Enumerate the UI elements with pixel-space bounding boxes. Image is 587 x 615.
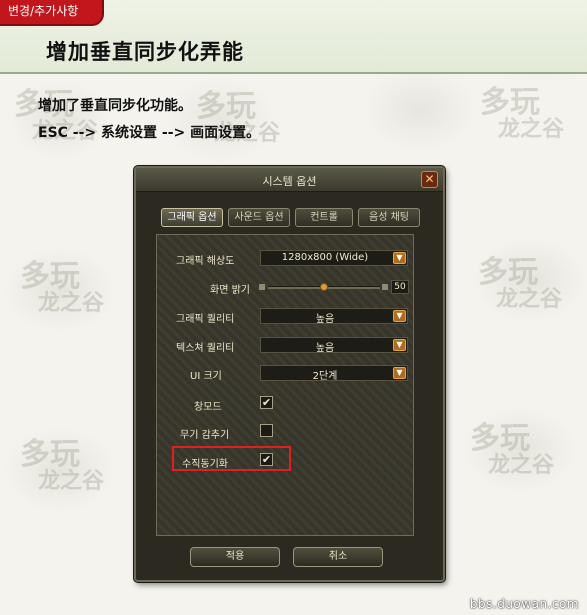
ui-size-value: 2단계 bbox=[312, 371, 338, 382]
hide-weapon-label: 무기 감추기 bbox=[180, 430, 230, 441]
graphics-quality-label: 그래픽 퀄리티 bbox=[176, 314, 235, 325]
resolution-value: 1280x800 (Wide) bbox=[281, 252, 369, 263]
hide-weapon-checkbox[interactable] bbox=[260, 424, 273, 437]
brightness-slider-thumb[interactable] bbox=[320, 283, 328, 291]
tab-voice-chat[interactable]: 음성 채팅 bbox=[358, 208, 420, 227]
description-line-1: 增加了垂直同步化功能。 bbox=[38, 98, 192, 114]
description-line-2: ESC --> 系统设置 --> 画面设置。 bbox=[38, 125, 261, 141]
system-options-window: 시스템 옵션 ✕ 그래픽 옵션 사운드 옵션 컨트롤 음성 채팅 그래픽 해상도… bbox=[134, 166, 445, 582]
vsync-highlight-box bbox=[172, 446, 291, 471]
close-icon[interactable]: ✕ bbox=[421, 171, 438, 188]
source-watermark: bbs.duowan.com bbox=[469, 597, 579, 611]
cancel-button[interactable]: 취소 bbox=[293, 547, 383, 567]
windowed-mode-checkbox[interactable]: ✔ bbox=[260, 396, 273, 409]
chevron-down-icon[interactable]: ▼ bbox=[393, 367, 406, 379]
texture-quality-label: 텍스쳐 퀄리티 bbox=[176, 343, 235, 354]
slider-right-cap bbox=[382, 284, 388, 290]
brightness-label: 화면 밝기 bbox=[210, 285, 250, 296]
chevron-down-icon[interactable]: ▼ bbox=[393, 252, 406, 264]
watermark-logo: 多玩龙之谷 bbox=[478, 255, 563, 312]
window-titlebar[interactable]: 시스템 옵션 ✕ bbox=[136, 168, 443, 192]
texture-quality-value: 높음 bbox=[315, 343, 335, 354]
apply-button[interactable]: 적용 bbox=[190, 547, 280, 567]
resolution-dropdown[interactable]: 1280x800 (Wide) ▼ bbox=[260, 250, 408, 266]
graphics-options-panel bbox=[156, 234, 414, 536]
chevron-down-icon[interactable]: ▼ bbox=[393, 339, 406, 351]
ui-size-label: UI 크기 bbox=[190, 371, 222, 382]
window-title: 시스템 옵션 bbox=[262, 175, 317, 188]
texture-quality-dropdown[interactable]: 높음 ▼ bbox=[260, 337, 408, 354]
graphics-quality-value: 높음 bbox=[315, 314, 335, 325]
change-notice-tag: 변경/추가사항 bbox=[0, 0, 104, 26]
tab-graphics-options[interactable]: 그래픽 옵션 bbox=[161, 208, 223, 227]
chevron-down-icon[interactable]: ▼ bbox=[393, 310, 406, 322]
windowed-mode-label: 창모드 bbox=[194, 402, 222, 413]
ui-size-dropdown[interactable]: 2단계 ▼ bbox=[260, 365, 408, 382]
watermark-logo: 多玩龙之谷 bbox=[20, 259, 105, 316]
slider-left-cap bbox=[259, 284, 265, 290]
watermark-logo: 多玩龙之谷 bbox=[470, 421, 555, 478]
resolution-label: 그래픽 해상도 bbox=[176, 256, 235, 267]
brightness-value: 50 bbox=[391, 280, 409, 294]
page-title: 增加垂直同步化弄能 bbox=[46, 40, 244, 64]
tab-sound-options[interactable]: 사운드 옵션 bbox=[228, 208, 290, 227]
watermark-logo: 多玩龙之谷 bbox=[20, 437, 105, 494]
tab-controls[interactable]: 컨트롤 bbox=[295, 208, 353, 227]
graphics-quality-dropdown[interactable]: 높음 ▼ bbox=[260, 308, 408, 325]
watermark-logo: 多玩龙之谷 bbox=[480, 85, 565, 142]
header-band: 변경/추가사항 增加垂直同步化弄能 bbox=[0, 0, 587, 74]
